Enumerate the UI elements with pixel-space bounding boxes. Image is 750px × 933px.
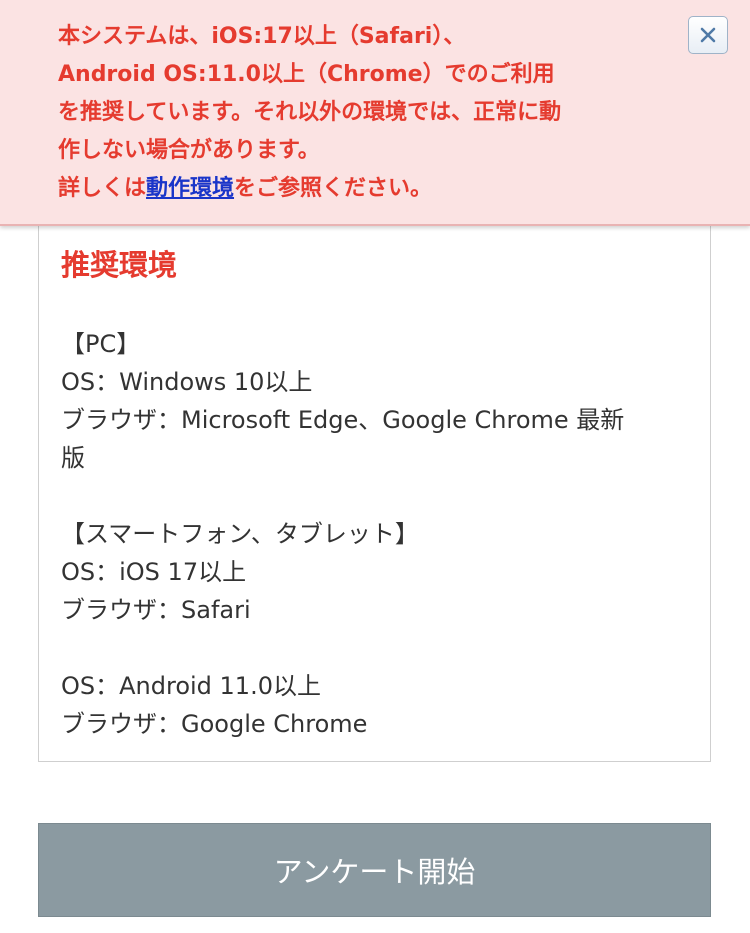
close-icon: [700, 27, 716, 43]
ios-browser: ブラウザ：Safari: [61, 596, 251, 624]
pc-heading: 【PC】: [61, 330, 141, 358]
warning-detail-prefix: 詳しくは: [58, 176, 147, 201]
operating-environment-link[interactable]: 動作環境: [146, 176, 234, 201]
recommended-environment-title: 推奨環境: [61, 248, 178, 282]
mobile-heading: 【スマートフォン、タブレット】: [61, 520, 419, 548]
android-os: OS：Android 11.0以上: [61, 672, 321, 700]
warning-line-2: Android OS:11.0以上（Chrome）でのご利用: [58, 62, 555, 87]
warning-line-3: を推奨しています。それ以外の環境では、正常に動: [58, 100, 562, 125]
recommended-environment-box: 推奨環境 【PC】 OS：Windows 10以上 ブラウザ：Microsoft…: [38, 200, 711, 762]
warning-message: 本システムは、iOS:17以上（Safari）、 Android OS:11.0…: [58, 18, 668, 208]
warning-line-1: 本システムは、iOS:17以上（Safari）、: [58, 24, 466, 49]
pc-browser-line-2: 版: [61, 444, 85, 472]
android-browser: ブラウザ：Google Chrome: [61, 710, 368, 738]
browser-warning-banner: 本システムは、iOS:17以上（Safari）、 Android OS:11.0…: [0, 0, 750, 226]
close-button[interactable]: [688, 16, 728, 54]
pc-os: OS：Windows 10以上: [61, 368, 313, 396]
warning-detail-suffix: をご参照ください。: [234, 176, 433, 201]
pc-browser-line-1: ブラウザ：Microsoft Edge、Google Chrome 最新: [61, 406, 625, 434]
start-survey-button[interactable]: アンケート開始: [38, 823, 711, 917]
recommended-environment-details: 【PC】 OS：Windows 10以上 ブラウザ：Microsoft Edge…: [61, 325, 691, 743]
ios-os: OS：iOS 17以上: [61, 558, 247, 586]
warning-line-4: 作しない場合があります。: [58, 138, 320, 163]
warning-line-5: 詳しくは動作環境をご参照ください。: [58, 170, 668, 208]
page: 本システムは、iOS:17以上（Safari）、 Android OS:11.0…: [0, 0, 750, 933]
